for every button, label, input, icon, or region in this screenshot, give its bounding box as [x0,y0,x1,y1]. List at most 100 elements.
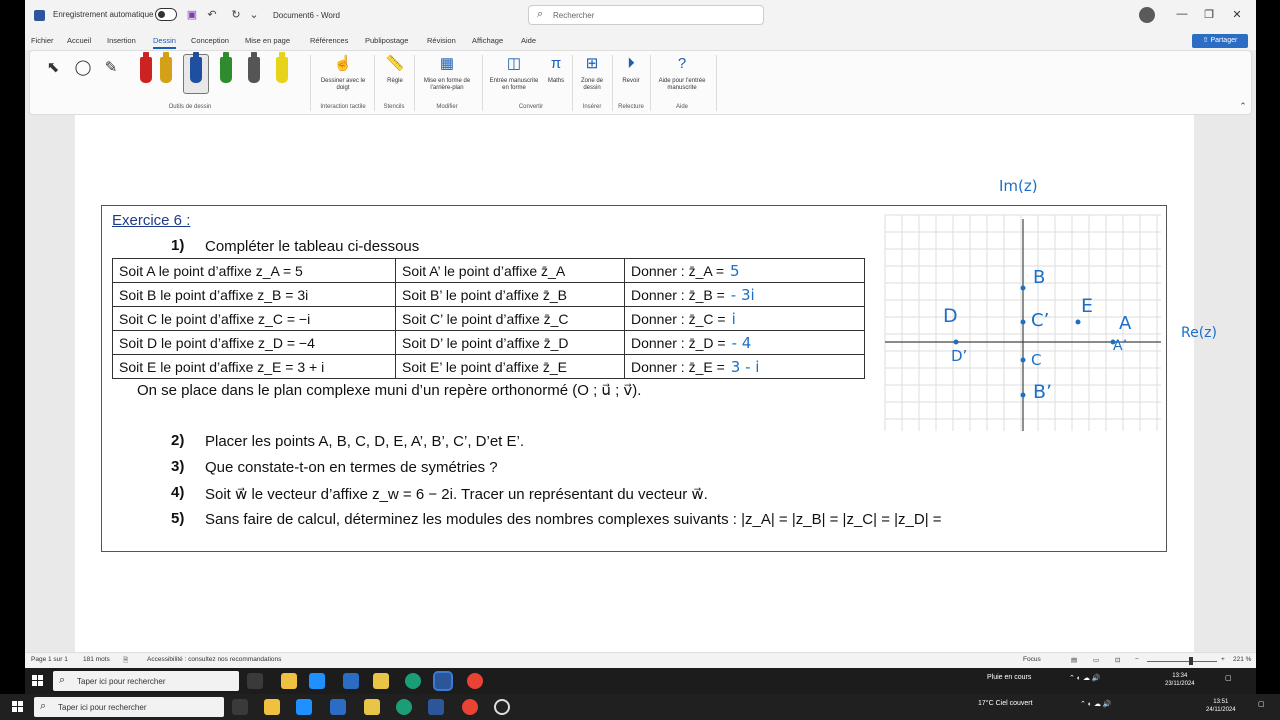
tab-revision[interactable]: Révision [427,36,456,45]
restore-icon[interactable]: ❐ [1201,8,1217,21]
tab-dessin[interactable]: Dessin [153,36,176,49]
table-cell[interactable]: Soit C le point d’affixe z_C = −i [112,306,396,331]
tab-affichage[interactable]: Affichage [472,36,503,45]
folder-icon-outer[interactable] [364,699,380,715]
store-icon-outer[interactable] [330,699,346,715]
task-view-icon[interactable] [247,673,263,689]
ink-help-button[interactable]: ? Aide pour l'entrée manuscrite [654,53,710,92]
close-icon[interactable]: ✕ [1229,8,1245,21]
notification-icon-2[interactable]: ▢ [1258,700,1265,708]
account-avatar[interactable] [1139,7,1155,23]
recorder-icon[interactable] [494,699,510,715]
clock-1[interactable]: 13:34 23/11/2024 [1165,672,1195,688]
format-background-button[interactable]: ▦ Mise en forme de l'arrière-plan [418,53,476,92]
chrome-icon[interactable] [467,673,483,689]
undo-icon[interactable]: ↶ [205,8,219,22]
table-cell[interactable]: Donner : z̄_C = i [624,306,865,331]
table-cell[interactable]: Soit E le point d’affixe z_E = 3 + i [112,354,396,379]
mail-icon-outer[interactable] [296,699,312,715]
zoom-slider[interactable] [1147,661,1217,662]
tab-insertion[interactable]: Insertion [107,36,136,45]
customize-toolbar-icon[interactable]: ⌄ [247,8,261,22]
language-icon[interactable]: 🗎 [123,656,128,667]
share-button[interactable]: ⇧ Partager [1192,34,1248,48]
read-mode-icon[interactable]: ▤ [1071,656,1077,664]
redo-icon[interactable]: ↻ [229,8,243,22]
draw-with-finger-button[interactable]: ☝ Dessiner avec le doigt [318,53,368,92]
clock-2[interactable]: 13:51 24/11/2024 [1206,698,1236,714]
tab-aide[interactable]: Aide [521,36,536,45]
zoom-slider-thumb[interactable] [1189,657,1193,665]
chrome-icon-outer[interactable] [462,699,478,715]
zoom-out-icon[interactable]: − [1135,656,1139,663]
start-icon-outer[interactable] [12,701,24,713]
zoom-level[interactable]: 221 % [1233,656,1251,663]
tab-publipostage[interactable]: Publipostage [365,36,408,45]
print-layout-icon[interactable]: ▭ [1093,656,1099,664]
search-input[interactable]: ⌕ Rechercher [528,5,764,25]
pen-green[interactable] [220,52,232,83]
file-explorer-icon[interactable] [281,673,297,689]
highlighter-yellow[interactable] [276,52,288,83]
word-count[interactable]: 181 mots [83,656,110,663]
tray-icons-2[interactable]: ⌃ ◐ ☁ 🔊 [1080,700,1112,708]
eraser-button[interactable]: ✎ [100,57,122,82]
collapse-ribbon-icon[interactable]: ⌃ [1236,99,1250,113]
table-cell[interactable]: Donner : z̄_E = 3 - i [624,354,865,379]
table-cell[interactable]: Soit B’ le point d’affixe z̄_B [395,282,625,307]
background-icon: ▦ [439,55,455,72]
pen-gold[interactable] [160,52,172,83]
pen-grey[interactable] [248,52,260,83]
zoom-in-icon[interactable]: + [1221,656,1225,663]
pen-red[interactable] [140,52,152,83]
autosave-toggle[interactable] [155,8,177,21]
notification-icon-1[interactable]: ▢ [1225,674,1232,682]
document-page[interactable]: Exercice 6 : 1) Compléter le tableau ci-… [75,115,1217,652]
edge-icon-outer[interactable] [396,699,412,715]
pen-blue[interactable] [190,52,202,83]
table-cell[interactable]: Soit B le point d’affixe z_B = 3i [112,282,396,307]
web-layout-icon[interactable]: ⊡ [1115,656,1120,664]
word-icon-outer[interactable] [428,699,444,715]
minimize-icon[interactable]: — [1174,8,1190,20]
table-cell[interactable]: Soit A le point d’affixe z_A = 5 [112,258,396,283]
table-cell[interactable]: Donner : z̄_D = - 4 [624,330,865,355]
select-objects-button[interactable]: ⬉ [42,57,64,82]
drawing-canvas-button[interactable]: ⊞ Zone de dessin [576,53,608,92]
page-count[interactable]: Page 1 sur 1 [31,656,68,663]
mail-icon[interactable] [309,673,325,689]
tab-mise-en-page[interactable]: Mise en page [245,36,290,45]
weather-status-2[interactable]: 17°C Ciel couvert [978,700,1033,707]
ink-replay-button[interactable]: ⏵ Revoir [616,53,646,85]
table-cell[interactable]: Soit C’ le point d’affixe z̄_C [395,306,625,331]
word-taskbar-icon[interactable] [433,671,453,691]
ink-to-shape-button[interactable]: ◫ Entrée manuscrite en forme [488,53,540,92]
tab-fichier[interactable]: Fichier [31,36,54,45]
file-explorer-icon-outer[interactable] [264,699,280,715]
tray-icons-1[interactable]: ⌃ ◐ ☁ 🔊 [1069,674,1101,682]
tab-accueil[interactable]: Accueil [67,36,91,45]
edge-icon[interactable] [405,673,421,689]
table-cell[interactable]: Soit A’ le point d’affixe z̄_A [395,258,625,283]
tab-conception[interactable]: Conception [191,36,229,45]
lasso-button[interactable]: ◯ [72,57,94,82]
math-button[interactable]: π Maths [542,53,570,85]
folder-icon[interactable] [373,673,389,689]
save-icon[interactable]: ▣ [185,8,199,22]
focus-button[interactable]: Focus [1023,656,1041,663]
store-icon[interactable] [343,673,359,689]
tab-references[interactable]: Références [310,36,348,45]
taskbar-search-input[interactable]: ⌕ Taper ici pour rechercher [53,671,239,691]
document-area: Exercice 6 : 1) Compléter le tableau ci-… [25,115,1256,652]
table-cell[interactable]: Soit D’ le point d’affixe z̄_D [395,330,625,355]
outer-search-input[interactable]: ⌕ Taper ici pour rechercher [34,697,224,717]
weather-status-1[interactable]: Pluie en cours [987,674,1031,681]
table-cell[interactable]: Donner : z̄_A = 5 [624,258,865,283]
ruler-button[interactable]: 📏 Règle [380,53,410,85]
table-cell[interactable]: Donner : z̄_B = - 3i [624,282,865,307]
table-cell[interactable]: Soit E’ le point d’affixe z̄_E [395,354,625,379]
table-cell[interactable]: Soit D le point d’affixe z_D = −4 [112,330,396,355]
accessibility-status[interactable]: Accessibilité : consultez nos recommanda… [147,656,281,663]
task-view-icon-outer[interactable] [232,699,248,715]
start-icon[interactable] [32,675,44,687]
